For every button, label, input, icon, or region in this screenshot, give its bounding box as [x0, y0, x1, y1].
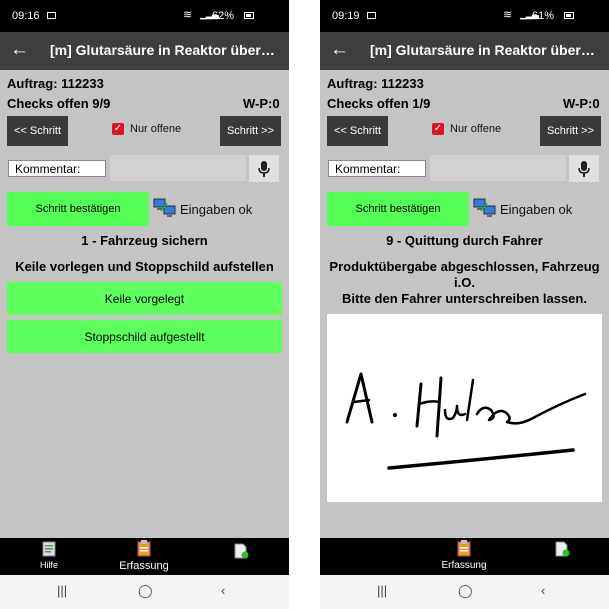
- action-button-keile-vorgelegt[interactable]: Keile vorgelegt: [7, 282, 282, 315]
- step-description: Keile vorlegen und Stoppschild aufstelle…: [6, 259, 283, 275]
- status-time: 09:19: [332, 10, 360, 22]
- microphone-button[interactable]: [249, 155, 279, 182]
- battery-icon: [244, 12, 254, 19]
- checkbox-checked-icon[interactable]: ✓: [112, 123, 124, 135]
- system-navigation-bar: ||| ◯ ‹: [0, 575, 289, 609]
- export-tab[interactable]: [553, 541, 571, 559]
- gallery-notification-icon: [47, 12, 56, 19]
- bottom-navigation: Hilfe Erfassung: [0, 538, 289, 575]
- nur-offene-checkbox[interactable]: ✓ Nur offene: [112, 123, 181, 135]
- microphone-icon: [258, 160, 270, 177]
- auftrag-label: Auftrag: 112233: [7, 76, 104, 91]
- step-description-line: Produktübergabe abgeschlossen, Fahrzeug: [329, 259, 600, 274]
- back-nav-icon[interactable]: ‹: [221, 583, 225, 598]
- checks-open-label: Checks offen 9/9: [7, 96, 111, 111]
- prev-step-button[interactable]: << Schritt: [327, 116, 388, 146]
- step-description: Produktübergabe abgeschlossen, Fahrzeug …: [326, 259, 603, 307]
- computers-network-icon: [153, 198, 176, 217]
- bottom-navigation: Erfassung: [320, 538, 609, 575]
- status-bar: 09:16 ≋ ▁▂▃ 62%: [0, 0, 289, 32]
- nur-offene-checkbox[interactable]: ✓ Nur offene: [432, 123, 501, 135]
- battery-icon: [564, 12, 574, 19]
- document-export-icon: [234, 543, 248, 559]
- erfassung-label: Erfassung: [119, 560, 169, 572]
- battery-percent: 61%: [532, 10, 555, 22]
- phone-screen-left: 09:16 ≋ ▁▂▃ 62% ← [m] Glutarsäure in Rea…: [0, 0, 289, 609]
- home-icon[interactable]: ◯: [138, 583, 153, 599]
- hilfe-label: Hilfe: [39, 560, 58, 570]
- wifi-icon: ≋: [183, 9, 193, 21]
- confirm-step-button[interactable]: Schritt bestätigen: [7, 192, 149, 226]
- battery-percent: 62%: [212, 10, 235, 22]
- clipboard-icon: [457, 540, 471, 557]
- nur-offene-label: Nur offene: [130, 123, 182, 135]
- step-description-line: Bitte den Fahrer unterschreiben lassen.: [342, 291, 587, 306]
- help-document-icon: [42, 541, 56, 557]
- kommentar-label: Kommentar:: [328, 160, 426, 177]
- home-icon[interactable]: ◯: [458, 583, 473, 599]
- clipboard-icon: [137, 540, 151, 557]
- recent-apps-icon[interactable]: |||: [57, 583, 67, 598]
- gallery-notification-icon: [367, 12, 376, 19]
- checkbox-checked-icon[interactable]: ✓: [432, 123, 444, 135]
- recent-apps-icon[interactable]: |||: [377, 583, 387, 598]
- next-step-button[interactable]: Schritt >>: [540, 116, 601, 146]
- microphone-icon: [578, 160, 590, 177]
- wp-label: W-P:0: [563, 96, 600, 111]
- kommentar-input[interactable]: [110, 155, 246, 181]
- confirm-step-button[interactable]: Schritt bestätigen: [327, 192, 469, 226]
- checks-open-label: Checks offen 1/9: [327, 96, 431, 111]
- back-arrow-icon[interactable]: ←: [330, 38, 349, 62]
- auftrag-label: Auftrag: 112233: [327, 76, 424, 91]
- wp-label: W-P:0: [243, 96, 280, 111]
- nur-offene-label: Nur offene: [450, 123, 502, 135]
- back-nav-icon[interactable]: ‹: [541, 583, 545, 598]
- hilfe-tab[interactable]: Hilfe: [35, 541, 63, 570]
- handwritten-signature: [345, 372, 587, 470]
- prev-step-button[interactable]: << Schritt: [7, 116, 68, 146]
- wifi-icon: ≋: [503, 9, 513, 21]
- eingaben-ok-label: Eingaben ok: [500, 202, 573, 217]
- status-time: 09:16: [12, 10, 40, 22]
- microphone-button[interactable]: [569, 155, 599, 182]
- computers-network-icon: [473, 198, 496, 217]
- erfassung-label: Erfassung: [441, 560, 487, 571]
- app-bar: ← [m] Glutarsäure in Reaktor überne…: [320, 32, 609, 70]
- phone-screen-right: 09:19 ≋ ▁▂▃ 61% ← [m] Glutarsäure in Rea…: [320, 0, 609, 609]
- back-arrow-icon[interactable]: ←: [10, 38, 29, 62]
- step-description-line: i.O.: [454, 275, 475, 290]
- status-bar: 09:19 ≋ ▁▂▃ 61%: [320, 0, 609, 32]
- step-title: 9 - Quittung durch Fahrer: [386, 233, 543, 248]
- app-bar: ← [m] Glutarsäure in Reaktor überne…: [0, 32, 289, 70]
- next-step-button[interactable]: Schritt >>: [220, 116, 281, 146]
- step-title: 1 - Fahrzeug sichern: [81, 233, 208, 248]
- page-title: [m] Glutarsäure in Reaktor überne…: [50, 42, 280, 58]
- export-tab[interactable]: [232, 543, 250, 561]
- erfassung-tab[interactable]: Erfassung: [436, 540, 492, 571]
- step-description-line: Keile vorlegen und Stoppschild aufstelle…: [15, 259, 274, 274]
- kommentar-input[interactable]: [430, 155, 566, 181]
- kommentar-label: Kommentar:: [8, 160, 106, 177]
- erfassung-tab[interactable]: Erfassung: [116, 540, 172, 572]
- system-navigation-bar: ||| ◯ ‹: [320, 575, 609, 609]
- document-export-icon: [555, 541, 569, 557]
- signature-pad[interactable]: [327, 314, 602, 502]
- page-title: [m] Glutarsäure in Reaktor überne…: [370, 42, 600, 58]
- eingaben-ok-label: Eingaben ok: [180, 202, 253, 217]
- action-button-stoppschild-aufgestellt[interactable]: Stoppschild aufgestellt: [7, 320, 282, 353]
